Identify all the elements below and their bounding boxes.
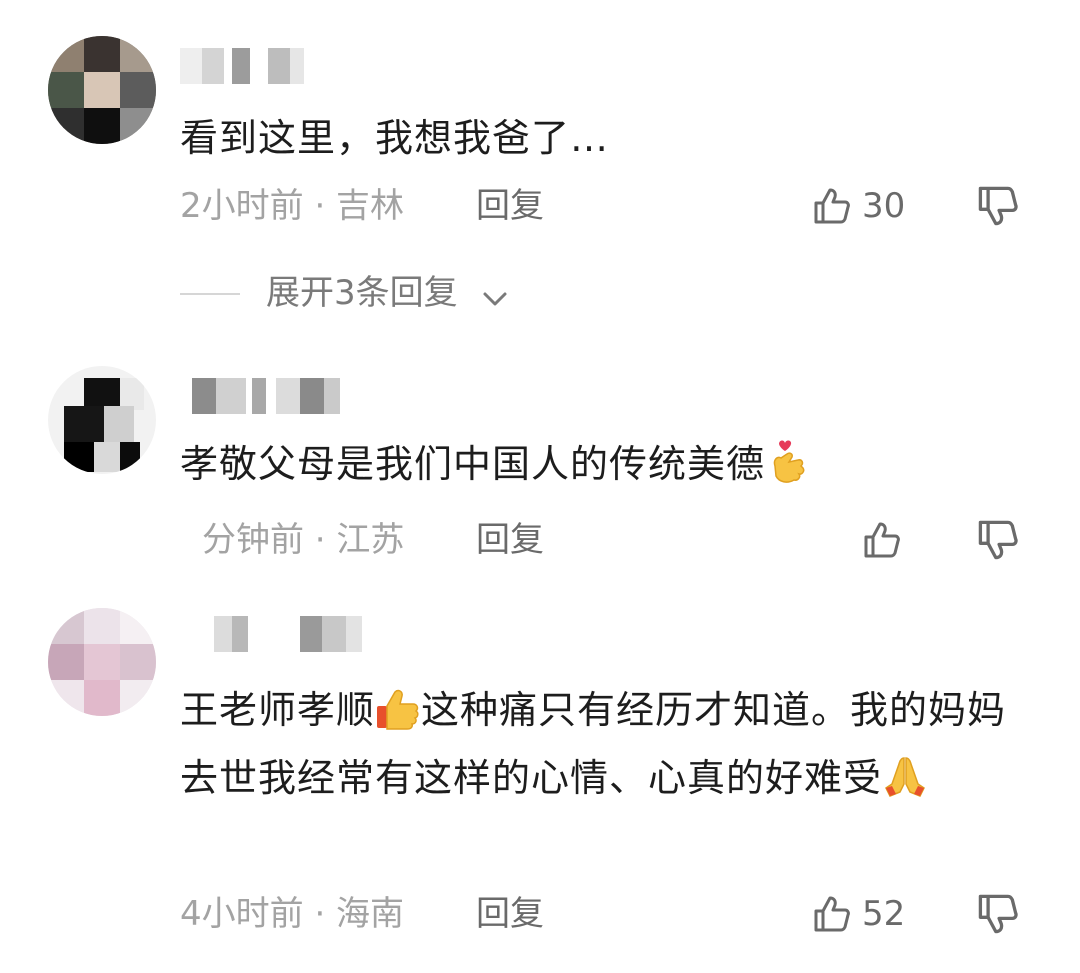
comment-text: 王老师孝顺 这种痛只有经历才知道。我的妈妈去世我经常有这样的心情、心真的好难受: [180, 676, 1020, 812]
comment-text-body: 孝敬父母是我们中国人的传统美德: [180, 442, 766, 486]
comment-time-location: 2小时前 · 吉林: [180, 186, 405, 226]
like-button[interactable]: 52: [812, 890, 922, 938]
reply-button[interactable]: 回复: [476, 182, 544, 230]
finger-heart-emoji: [773, 439, 805, 483]
expand-replies-label: 展开3条回复: [266, 273, 458, 313]
thumbs-up-emoji: [377, 689, 419, 730]
dislike-button[interactable]: [976, 892, 1020, 936]
reply-button[interactable]: 回复: [476, 516, 544, 564]
like-count: 30: [862, 186, 906, 226]
chevron-down-icon: [480, 278, 510, 308]
username[interactable]: [180, 616, 362, 652]
comment-time-location: 4小时前 · 海南: [180, 894, 405, 934]
username[interactable]: [180, 378, 360, 414]
dislike-button[interactable]: [976, 184, 1020, 228]
divider: [180, 293, 240, 295]
reply-button[interactable]: 回复: [476, 890, 544, 938]
thumbs-up-outline-icon: [862, 520, 902, 560]
dislike-button[interactable]: [976, 518, 1020, 562]
avatar[interactable]: [48, 366, 156, 474]
like-count: 52: [862, 894, 906, 934]
username[interactable]: [180, 48, 360, 84]
comment-text: 孝敬父母是我们中国人的传统美德: [180, 430, 1020, 498]
thumbs-down-outline-icon: [978, 186, 1018, 226]
thumbs-down-outline-icon: [978, 894, 1018, 934]
like-button[interactable]: 30: [812, 182, 922, 230]
thumbs-up-outline-icon: [812, 894, 852, 934]
comment-text-part: 王老师孝顺: [180, 688, 376, 732]
comment-text: 看到这里，我想我爸了…: [180, 116, 610, 160]
like-button[interactable]: [862, 516, 912, 564]
folded-hands-emoji: [885, 756, 925, 797]
avatar[interactable]: [48, 36, 156, 144]
comment-time-location: 分钟前 · 江苏: [202, 520, 405, 560]
thumbs-up-outline-icon: [812, 186, 852, 226]
thumbs-down-outline-icon: [978, 520, 1018, 560]
avatar[interactable]: [48, 608, 156, 716]
